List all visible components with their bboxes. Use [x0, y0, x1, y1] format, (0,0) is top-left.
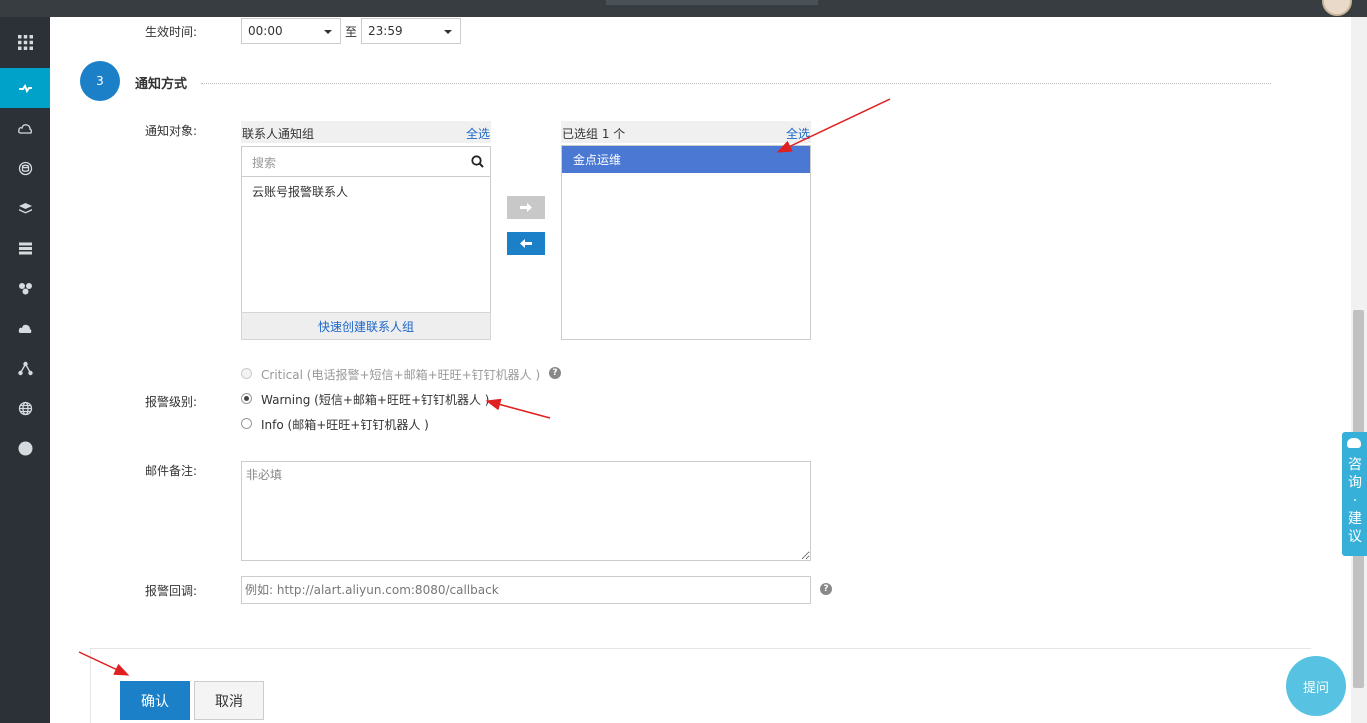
sidebar-server-icon[interactable]	[0, 228, 50, 268]
footer-divider	[90, 648, 1311, 649]
callback-url-input[interactable]	[241, 576, 811, 604]
callback-label: 报警回调:	[145, 584, 198, 598]
sidebar	[0, 17, 50, 723]
selected-item-label: 金点运维	[573, 153, 622, 167]
top-bar	[0, 0, 1367, 17]
select-all-left-link[interactable]: 全选	[466, 125, 490, 142]
list-item[interactable]: 金点运维	[562, 146, 810, 173]
contact-group-search[interactable]	[241, 146, 491, 178]
sidebar-globe-icon[interactable]	[0, 388, 50, 428]
feedback-side-tab-label: 咨询·建议	[1348, 457, 1362, 545]
selected-group-panel-header: 已选组 1 个 全选	[561, 121, 811, 143]
sidebar-cloud-monitor-icon[interactable]	[0, 68, 50, 108]
move-right-button[interactable]	[507, 196, 545, 219]
ask-question-button[interactable]: 提问	[1286, 656, 1346, 716]
info-option-label: Info (邮箱+旺旺+钉钉机器人 )	[261, 418, 429, 432]
mail-note-label: 邮件备注:	[145, 464, 198, 478]
warning-option-label: Warning (短信+邮箱+旺旺+钉钉机器人 )	[261, 393, 490, 407]
user-avatar[interactable]	[1322, 0, 1352, 16]
arrow-to-warning-option	[485, 398, 551, 419]
select-all-right-link[interactable]: 全选	[786, 125, 810, 142]
sidebar-cluster-icon[interactable]	[0, 268, 50, 308]
sidebar-topology-icon[interactable]	[0, 348, 50, 388]
callback-help-icon[interactable]: ?	[820, 583, 832, 595]
sidebar-circle-icon[interactable]	[0, 428, 50, 468]
notify-target-label: 通知对象:	[145, 124, 198, 138]
end-time-value: 23:59	[368, 24, 403, 38]
chevron-down-icon	[444, 30, 452, 34]
sidebar-database-icon[interactable]	[0, 148, 50, 188]
sidebar-cloud-service-icon[interactable]	[0, 308, 50, 348]
start-time-select[interactable]: 00:00	[241, 18, 341, 44]
sidebar-apps-icon[interactable]	[0, 22, 50, 62]
move-left-button[interactable]	[507, 232, 545, 255]
arrow-left-icon	[520, 239, 532, 248]
critical-option-label: Critical (电话报警+短信+邮箱+旺旺+钉钉机器人 )	[261, 368, 541, 382]
top-search-box[interactable]	[606, 0, 818, 5]
chat-icon	[1347, 438, 1361, 448]
sidebar-layers-icon[interactable]	[0, 188, 50, 228]
effective-time-label: 生效时间:	[145, 25, 198, 39]
critical-help-icon[interactable]: ?	[549, 367, 561, 379]
info-radio[interactable]	[241, 418, 252, 429]
selected-group-list	[561, 145, 811, 340]
contact-group-panel-header: 联系人通知组 全选	[241, 121, 491, 143]
sidebar-cloud-icon[interactable]	[0, 108, 50, 148]
annotation-arrows	[78, 98, 891, 676]
footer-left-border	[90, 648, 91, 723]
quick-create-group-link[interactable]: 快速创建联系人组	[241, 312, 491, 340]
alert-level-label: 报警级别:	[145, 395, 198, 409]
start-time-value: 00:00	[248, 24, 283, 38]
step-number: 3	[80, 61, 120, 101]
section-divider	[201, 83, 1271, 84]
search-input[interactable]	[242, 147, 474, 178]
list-item[interactable]: 云账号报警联系人	[252, 183, 348, 200]
arrow-right-icon	[520, 203, 532, 212]
contact-group-title: 联系人通知组	[242, 127, 315, 141]
section-title: 通知方式	[135, 77, 188, 92]
search-icon[interactable]	[471, 155, 484, 171]
end-time-select[interactable]: 23:59	[361, 18, 461, 44]
warning-radio[interactable]	[241, 393, 252, 404]
feedback-side-tab[interactable]: 咨询·建议	[1342, 432, 1367, 556]
selected-group-title: 已选组 1 个	[562, 127, 626, 141]
mail-note-textarea[interactable]	[241, 461, 811, 561]
arrow-to-confirm-button	[78, 651, 130, 676]
confirm-button[interactable]: 确认	[120, 681, 190, 720]
time-separator: 至	[345, 25, 358, 39]
cancel-button[interactable]: 取消	[194, 681, 264, 720]
chevron-down-icon	[324, 30, 332, 34]
critical-radio[interactable]	[241, 368, 252, 379]
